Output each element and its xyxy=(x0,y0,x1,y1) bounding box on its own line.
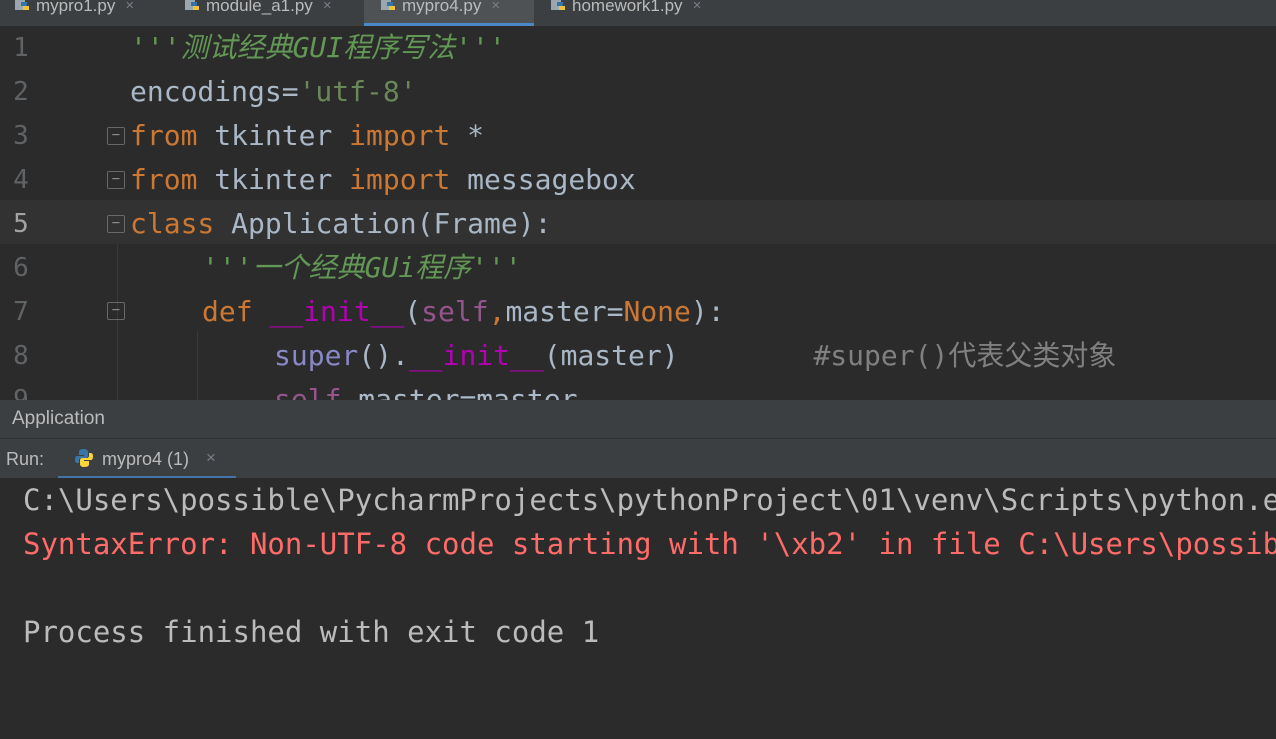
code-token: 'utf-8' xyxy=(298,75,417,108)
code-token: master= xyxy=(505,295,624,328)
code-token: encodings= xyxy=(130,75,299,108)
code-line[interactable]: 8 super().__init__(master) #super()代表父类对象 xyxy=(0,334,1276,378)
code-line[interactable]: 1 '''测试经典GUI程序写法''' xyxy=(0,26,1276,70)
code-text: encodings='utf-8' xyxy=(130,70,417,114)
code-line[interactable]: 9 self.master=master xyxy=(0,378,1276,400)
code-text: class Application(Frame): xyxy=(130,202,551,246)
python-file-icon xyxy=(381,0,395,10)
code-token: super xyxy=(274,339,359,372)
line-number: 1 xyxy=(13,33,29,63)
code-token: (). xyxy=(358,339,409,372)
code-token: from xyxy=(130,163,198,196)
code-token: import xyxy=(349,119,451,152)
tab-homework1[interactable]: homework1.py × xyxy=(550,0,701,23)
close-icon[interactable]: × xyxy=(206,448,216,468)
code-editor[interactable]: − − − − 1 '''测试经典GUI程序写法''' 2 encodings='ut… xyxy=(0,26,1276,400)
code-token: #super()代表父类对象 xyxy=(813,339,1117,372)
code-token: from xyxy=(130,119,198,152)
code-token: tkinter xyxy=(197,119,350,152)
code-token: def xyxy=(202,295,253,328)
code-token: Application(Frame): xyxy=(214,207,552,240)
line-number: 6 xyxy=(13,253,29,283)
code-token: self xyxy=(421,295,489,328)
run-tab-label: mypro4 (1) xyxy=(102,449,190,469)
breadcrumb: Application xyxy=(0,400,1276,438)
code-text: super().__init__(master) #super()代表父类对象 xyxy=(274,334,1116,378)
close-icon[interactable]: × xyxy=(693,0,702,14)
tab-mypro4[interactable]: mypro4.py × xyxy=(364,0,534,26)
line-number: 7 xyxy=(13,297,29,327)
code-token: class xyxy=(130,207,215,240)
line-number: 4 xyxy=(13,165,29,195)
tab-mypro1[interactable]: mypro1.py × xyxy=(14,0,134,23)
code-text: '''测试经典GUI程序写法''' xyxy=(130,26,506,70)
close-icon[interactable]: × xyxy=(491,0,500,14)
close-icon[interactable]: × xyxy=(323,0,332,14)
code-token: self xyxy=(274,383,342,400)
tab-module-a1[interactable]: module_a1.py × xyxy=(184,0,332,23)
code-line[interactable]: 4 from tkinter import messagebox xyxy=(0,158,1276,202)
code-line[interactable]: 3 from tkinter import * xyxy=(0,114,1276,158)
code-line[interactable]: 6 '''一个经典GUi程序''' xyxy=(0,246,1276,290)
breadcrumb-item[interactable]: Application xyxy=(12,408,105,430)
python-file-icon xyxy=(15,0,29,10)
code-line[interactable]: 7 def __init__(self,master=None): xyxy=(0,290,1276,334)
code-token: '''一个经典GUi程序''' xyxy=(202,251,522,284)
line-number: 3 xyxy=(13,121,29,151)
code-token: '''测试经典GUI程序写法''' xyxy=(130,31,506,64)
line-number: 9 xyxy=(13,385,29,400)
code-token: messagebox xyxy=(450,163,636,196)
tab-label: module_a1.py xyxy=(206,0,313,15)
code-token: (master) xyxy=(543,339,814,372)
tab-label: mypro1.py xyxy=(36,0,116,15)
code-token: import xyxy=(349,163,451,196)
console-line: Process finished with exit code 1 xyxy=(23,615,600,649)
code-text: def __init__(self,master=None): xyxy=(202,290,725,334)
python-file-icon xyxy=(551,0,565,10)
console-line: C:\Users\possible\PycharmProjects\python… xyxy=(23,483,1276,517)
console-error-line: SyntaxError: Non-UTF-8 code starting wit… xyxy=(23,527,1276,561)
close-icon[interactable]: × xyxy=(125,0,134,14)
code-token: __init__ xyxy=(269,295,405,328)
code-token: , xyxy=(488,295,506,328)
code-text: self.master=master xyxy=(274,378,577,400)
code-token: .master=master xyxy=(341,383,578,400)
run-label: Run: xyxy=(6,449,45,469)
line-number: 2 xyxy=(13,77,29,107)
tab-label: homework1.py xyxy=(572,0,683,15)
code-token: tkinter xyxy=(197,163,350,196)
code-text: from tkinter import * xyxy=(130,114,484,158)
code-text: from tkinter import messagebox xyxy=(130,158,636,202)
code-token: ( xyxy=(404,295,422,328)
python-icon xyxy=(75,449,93,467)
run-toolbar: Run: mypro4 (1) × xyxy=(0,438,1276,479)
line-number: 8 xyxy=(13,341,29,371)
tab-label: mypro4.py xyxy=(402,0,482,15)
run-tab-mypro4[interactable]: mypro4 (1) × xyxy=(58,439,236,479)
code-token: __init__ xyxy=(408,339,544,372)
line-number: 5 xyxy=(13,209,29,239)
python-file-icon xyxy=(185,0,199,10)
code-token: None xyxy=(623,295,691,328)
code-line[interactable]: 5 class Application(Frame): xyxy=(0,202,1276,246)
code-token: * xyxy=(450,119,485,152)
run-console[interactable]: C:\Users\possible\PycharmProjects\python… xyxy=(0,478,1276,739)
code-text: '''一个经典GUi程序''' xyxy=(202,246,522,290)
code-token: ): xyxy=(690,295,725,328)
editor-tab-bar: mypro1.py × module_a1.py × mypro4.py × h… xyxy=(0,0,1276,26)
code-line[interactable]: 2 encodings='utf-8' xyxy=(0,70,1276,114)
